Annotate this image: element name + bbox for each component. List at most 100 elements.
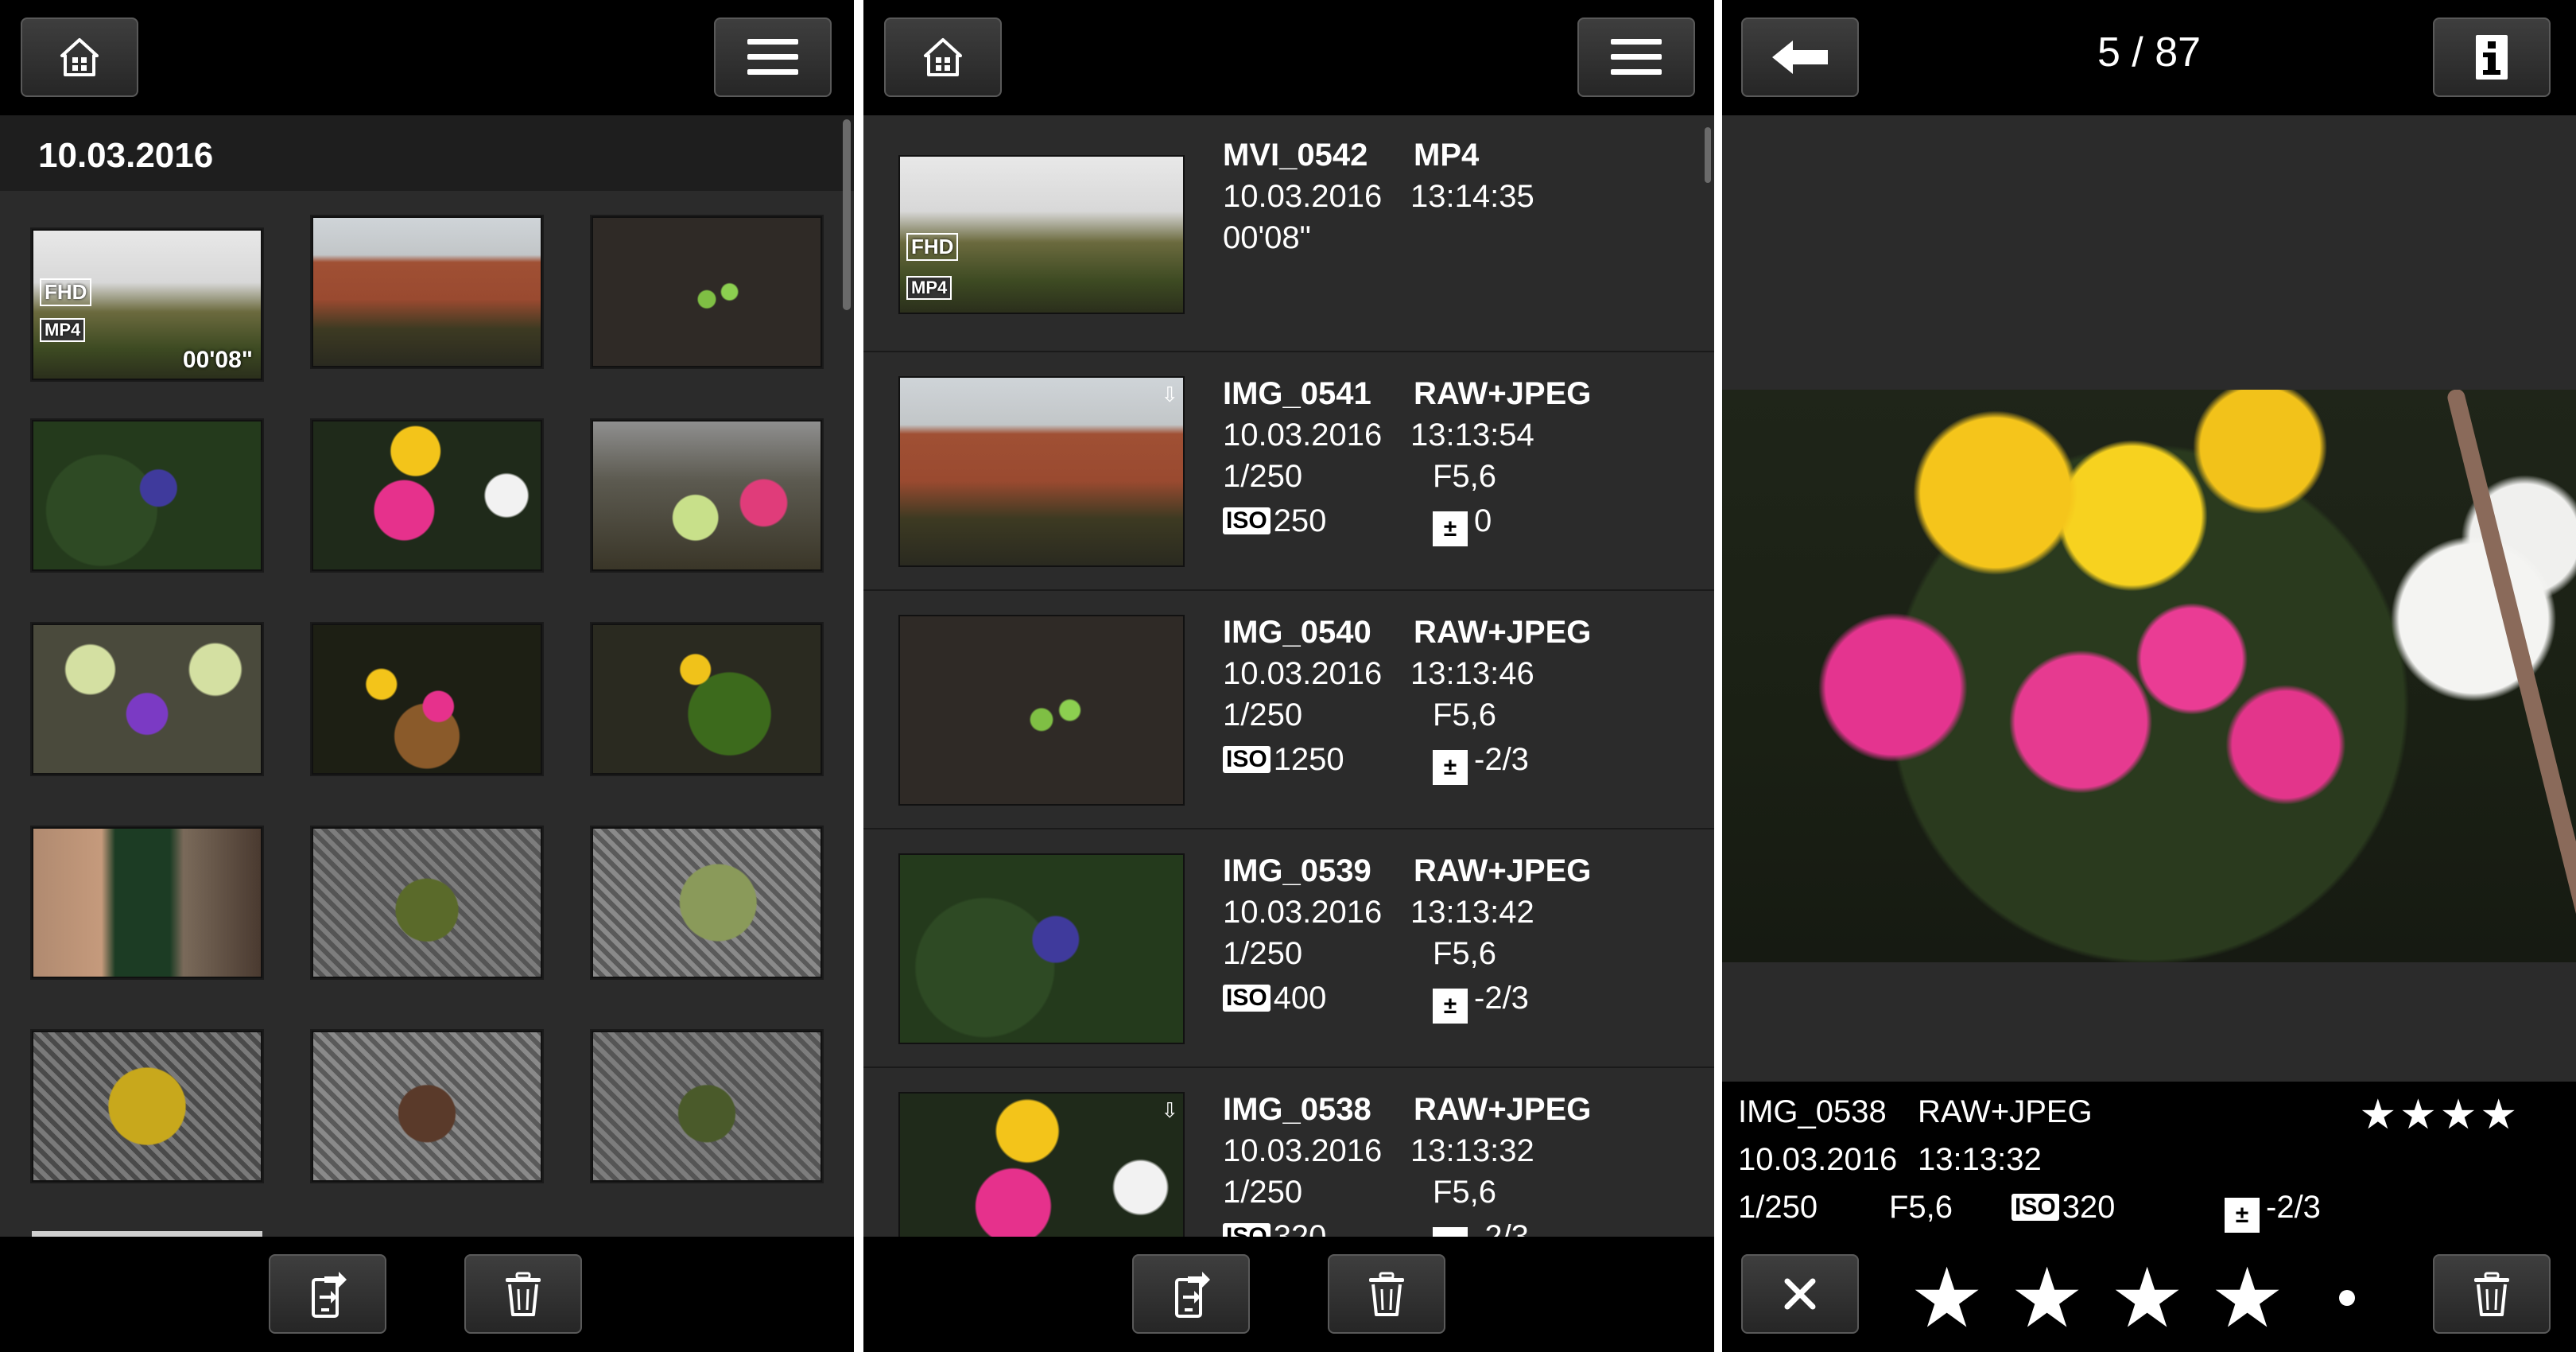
list-item[interactable]: ⇩ IMG_0541 RAW+JPEG 10.03.2016 13:13:54 …: [863, 352, 1714, 591]
thumbnail-photo[interactable]: [312, 420, 542, 571]
list-item[interactable]: IMG_0539 RAW+JPEG 10.03.2016 13:13:42 1/…: [863, 829, 1714, 1068]
thumbnail-photo[interactable]: [32, 1031, 262, 1182]
exposure-compensation-icon: ±: [1433, 989, 1468, 1024]
top-bar: 5 / 87: [1722, 0, 2576, 115]
aperture: F5,6: [1433, 697, 1497, 732]
trash-icon: [504, 1272, 542, 1316]
date-group-header: 10.03.2016: [0, 115, 854, 191]
rating-star-4[interactable]: ★: [2210, 1257, 2284, 1340]
top-bar: [863, 0, 1714, 115]
exposure-compensation: ±-2/3: [1433, 742, 1529, 785]
thumbnail-photo[interactable]: [592, 624, 822, 775]
aperture: F5,6: [1433, 936, 1497, 971]
file-format: MP4: [1414, 138, 1480, 173]
transfer-button[interactable]: [1132, 1254, 1250, 1334]
rating-star-1[interactable]: ★: [1910, 1257, 1984, 1340]
home-icon: [921, 35, 965, 80]
thumbnail-photo[interactable]: [32, 624, 262, 775]
panel-divider: [854, 0, 863, 1352]
download-icon: ⇩: [1161, 1098, 1178, 1122]
capture-time: 13:13:32: [1918, 1142, 2042, 1177]
file-name: IMG_0541: [1223, 376, 1371, 411]
list-item[interactable]: FHD MP4 MVI_0542 MP4 10.03.2016 13:14:35…: [863, 115, 1714, 352]
video-duration: 00'08": [1223, 220, 1311, 255]
hamburger-menu-icon: [747, 37, 798, 77]
delete-button[interactable]: [1328, 1254, 1445, 1334]
video-duration: 00'08": [182, 347, 253, 373]
capture-date: 10.03.2016: [1223, 656, 1383, 691]
aperture: F5,6: [1433, 1175, 1497, 1210]
capture-date: 10.03.2016: [1223, 895, 1383, 930]
rating-star-2[interactable]: ★: [2010, 1257, 2084, 1340]
date-group-label: 10.03.2016: [38, 136, 214, 175]
home-button[interactable]: [884, 17, 1002, 97]
iso-icon: ISO: [2012, 1194, 2059, 1221]
aperture: F5,6: [1889, 1190, 1953, 1225]
shutter-speed: 1/250: [1738, 1190, 1818, 1225]
phone-transfer-icon: [307, 1268, 348, 1319]
trash-icon: [2473, 1272, 2511, 1316]
file-format: RAW+JPEG: [1918, 1094, 2093, 1129]
photo-info-box: IMG_0538 RAW+JPEG ★★★★ 10.03.2016 13:13:…: [1722, 1082, 2576, 1237]
file-format: RAW+JPEG: [1414, 376, 1592, 411]
list-view-panel: FHD MP4 MVI_0542 MP4 10.03.2016 13:14:35…: [863, 0, 1714, 1352]
iso-icon: ISO: [1223, 985, 1271, 1012]
thumbnail-photo[interactable]: [592, 1031, 822, 1182]
file-name: IMG_0538: [1738, 1094, 1887, 1129]
file-format: RAW+JPEG: [1414, 1092, 1592, 1127]
thumbnail-photo[interactable]: [312, 216, 542, 367]
exposure-compensation: ±-2/3: [1433, 981, 1529, 1024]
iso-value: ISO320: [2012, 1190, 2115, 1226]
scrollbar[interactable]: [843, 119, 851, 310]
close-icon: [1784, 1278, 1816, 1310]
list-item[interactable]: IMG_0540 RAW+JPEG 10.03.2016 13:13:46 1/…: [863, 591, 1714, 829]
thumbnail-photo[interactable]: [32, 420, 262, 571]
clear-rating-button[interactable]: [1741, 1254, 1859, 1334]
thumbnail-photo[interactable]: [312, 1031, 542, 1182]
menu-button[interactable]: [1577, 17, 1695, 97]
aperture: F5,6: [1433, 459, 1497, 494]
panel-divider: [1714, 0, 1722, 1352]
download-icon: ⇩: [1161, 383, 1178, 406]
transfer-button[interactable]: [269, 1254, 386, 1334]
delete-button[interactable]: [2433, 1254, 2551, 1334]
thumbnail-photo[interactable]: [32, 827, 262, 978]
info-icon: [2476, 35, 2508, 80]
thumbnail-photo[interactable]: [312, 827, 542, 978]
capture-date: 10.03.2016: [1738, 1142, 1898, 1177]
info-button[interactable]: [2433, 17, 2551, 97]
capture-time: 13:14:35: [1410, 179, 1534, 214]
shutter-speed: 1/250: [1223, 936, 1303, 971]
list-thumbnail: FHD MP4: [898, 155, 1185, 314]
delete-button[interactable]: [464, 1254, 582, 1334]
fhd-badge: FHD: [906, 233, 959, 261]
thumbnail-video[interactable]: FHD MP4 00'08": [32, 229, 262, 380]
home-button[interactable]: [21, 17, 138, 97]
main-photo[interactable]: [1722, 390, 2576, 962]
iso-icon: ISO: [1223, 746, 1271, 773]
mp4-badge: MP4: [40, 318, 86, 342]
thumbnail-photo[interactable]: [592, 827, 822, 978]
capture-date: 10.03.2016: [1223, 1133, 1383, 1168]
menu-button[interactable]: [714, 17, 832, 97]
bottom-bar: [0, 1237, 854, 1352]
thumbnail-photo[interactable]: [312, 624, 542, 775]
list-thumbnail: ⇩: [898, 376, 1185, 567]
rating-star-5-empty[interactable]: [2339, 1290, 2355, 1306]
exposure-compensation: ±0: [1433, 503, 1492, 546]
trash-icon: [1368, 1272, 1406, 1316]
hamburger-menu-icon: [1611, 37, 1662, 77]
capture-time: 13:13:54: [1410, 418, 1534, 453]
rating-stars: ★★★★: [2359, 1092, 2520, 1138]
shutter-speed: 1/250: [1223, 1175, 1303, 1210]
capture-time: 13:13:42: [1410, 895, 1534, 930]
iso-value: ISO 250: [1223, 503, 1326, 539]
rating-star-3[interactable]: ★: [2110, 1257, 2184, 1340]
iso-value: ISO 1250: [1223, 742, 1344, 778]
shutter-speed: 1/250: [1223, 459, 1303, 494]
exposure-compensation: ±-2/3: [2225, 1190, 2321, 1233]
file-format: RAW+JPEG: [1414, 615, 1592, 650]
thumbnail-photo[interactable]: [592, 420, 822, 571]
iso-icon: ISO: [1223, 507, 1271, 534]
thumbnail-photo[interactable]: [592, 216, 822, 367]
